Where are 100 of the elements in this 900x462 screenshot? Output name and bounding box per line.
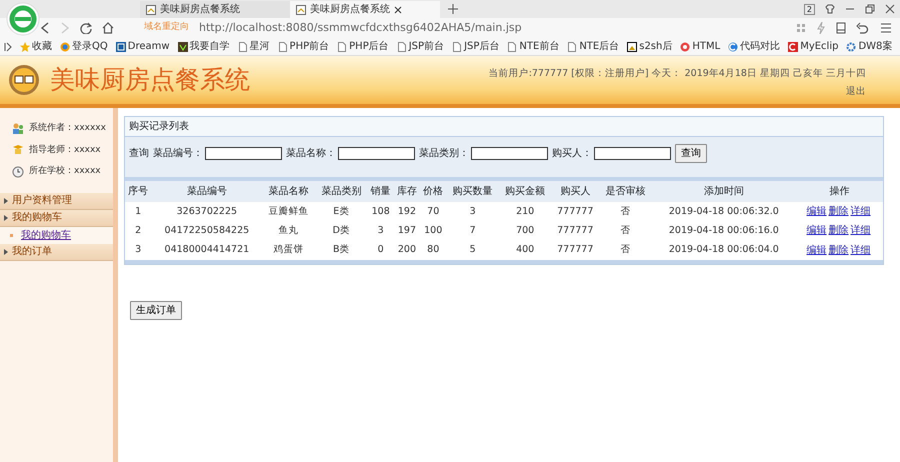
info-text: 系统作者：xxxxxx [29,122,106,135]
sidebar-toggle-icon[interactable] [4,42,12,52]
table-cell-text: 2019-04-18 00:06:16.0 [668,224,780,238]
bullet-icon [10,234,13,236]
column-header: 添加时间 [652,179,796,202]
tab-count[interactable]: 2 [804,4,815,14]
action-link[interactable]: 详细 [850,225,871,236]
column-header: 库存 [394,179,420,202]
panel-title: 购买记录列表 [125,117,883,137]
table-cell: 3 [125,240,152,262]
bookmark-link[interactable]: 登录QQ [60,39,108,54]
reload-icon[interactable] [80,22,92,34]
book-icon [178,42,188,52]
close-icon[interactable] [394,6,402,14]
table-cell: 0 [368,240,394,262]
table-cell: 2019-04-18 00:06:32.0 [652,202,796,222]
gear-icon [846,42,856,52]
compare-icon [728,42,738,52]
input-field[interactable] [471,147,548,160]
close-icon[interactable] [885,4,895,14]
tablet-icon[interactable] [836,22,846,34]
table-cell: 777777 [551,240,600,262]
bookmark-link[interactable]: NTE后台 [567,39,620,54]
bookmark-link[interactable]: HTML [680,39,720,54]
action-link[interactable]: 编辑 [806,244,827,256]
browser-tab[interactable]: 美味厨房点餐系统 [140,1,290,18]
table-cell-text: 7 [468,224,477,238]
user-info: 当前用户:777777 [权限：注册用户] 今天： 2019年4月18日 星期四 己亥年 三月十四 [488,66,866,81]
table-cell: 70 [420,202,446,222]
shirt-icon[interactable] [825,4,835,14]
column-header: 菜品类别 [315,179,368,202]
browser-tab[interactable]: 美味厨房点餐系统 [290,1,440,18]
page-icon [396,42,407,52]
back-icon[interactable] [40,22,50,34]
restore-icon[interactable] [865,4,875,14]
page-icon [567,42,578,52]
menu-header[interactable]: 用户资料管理 [0,192,113,210]
table-cell: 777777 [551,202,600,222]
restaurant-logo-icon [8,64,40,96]
input-field[interactable] [594,147,671,160]
generate-order-button[interactable]: 生成订单 [130,300,182,320]
bookmark-link[interactable]: 星河 [238,39,270,54]
column-header: 价格 [420,179,446,202]
bookmark-link[interactable]: PHP前台 [278,39,330,54]
bookmark-link[interactable]: NTE前台 [507,39,560,54]
address-field[interactable]: http://localhost:8080/ssmmwcfdcxthsg6402AHA5/main.jsp [199,20,786,36]
table-cell-text: 700 [515,224,536,238]
action-link[interactable]: 删除 [828,225,849,236]
undo-icon[interactable] [856,22,870,34]
action-link[interactable]: 详细 [850,206,871,217]
bookmark-link[interactable]: JSP前台 [396,39,444,54]
table-cell-text: 鱼丸 [278,224,300,238]
column-header: 菜品编号 [151,179,262,202]
menu-header[interactable]: 我的订单 [0,244,113,260]
logout-link[interactable]: 退出 [846,85,866,100]
menu-header[interactable]: 我的购物车 [0,210,113,226]
column-header: 购买数量 [446,179,499,202]
teacher-icon [12,144,24,156]
bookmark-link[interactable]: Dreamw [116,39,170,54]
info-text: 所在学校：xxxxx [29,165,101,178]
table-cell-text: 04172250584225 [164,224,250,238]
people-icon [12,122,24,135]
bookmark-link[interactable]: s2sh后 [627,39,672,54]
bookmark-link[interactable]: PHP后台 [337,39,389,54]
bookmark-link[interactable]: JSP后台 [452,39,500,54]
table-cell-text: D类 [332,224,351,238]
table-cell: 04180004414721 [151,240,262,262]
home-icon[interactable] [102,22,114,34]
page-icon [452,42,462,52]
column-header: 序号 [125,179,152,202]
table-cell: 3 [446,202,499,222]
new-tab-icon[interactable] [448,4,458,14]
menu-icon[interactable] [880,23,892,33]
input-field[interactable] [205,147,282,160]
action-link[interactable]: 编辑 [806,206,827,217]
eclipse-logo-icon [788,42,798,52]
bookmark-link[interactable]: 代码对比 [728,39,780,54]
field-label: 菜品名称： [286,146,336,161]
caret-icon [4,248,8,254]
action-link[interactable]: 删除 [828,244,849,256]
table-cell: B类 [315,240,368,262]
action-link[interactable]: 详细 [850,244,871,256]
page-icon [507,42,518,52]
action-link[interactable]: 编辑 [806,225,827,236]
search-button[interactable]: 查询 [675,144,707,163]
input-field[interactable] [338,147,415,160]
column-header: 是否审核 [599,179,652,202]
table-cell: 200 [394,240,420,262]
field-label: 购买人： [552,147,592,161]
bookmark-link[interactable]: DW8案 [846,39,892,54]
column-header: 购买人 [551,179,600,202]
action-link[interactable]: 删除 [828,206,849,217]
search-label: 查询 [129,146,149,161]
table-cell: 210 [498,202,552,222]
table-cell: 否 [599,240,652,262]
bookmark-link[interactable]: 收藏 [20,39,52,54]
page-icon [337,42,348,52]
caret-icon [4,214,8,220]
bookmark-link[interactable]: 我要自学 [178,39,230,54]
bookmark-link[interactable]: MyEclip [788,39,838,54]
